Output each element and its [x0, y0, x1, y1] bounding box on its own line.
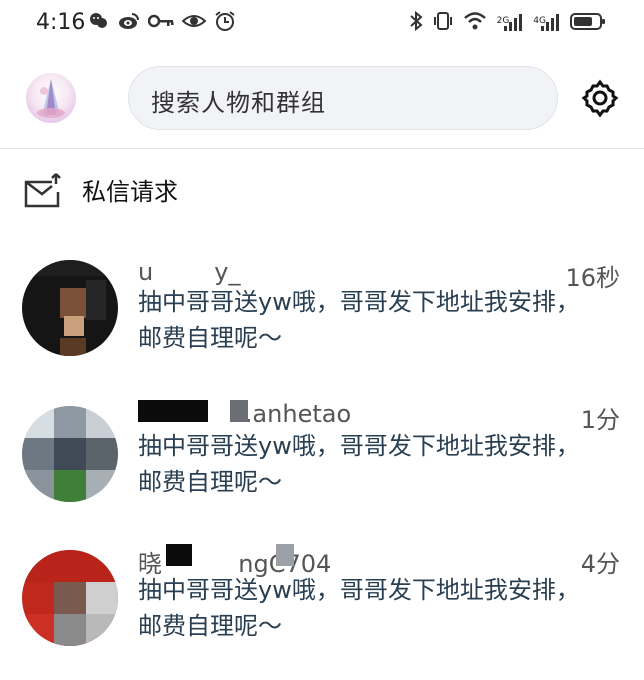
name-redaction	[276, 544, 294, 566]
avatar	[22, 260, 118, 356]
status-time: 4:16	[36, 10, 86, 35]
status-left-icons	[88, 10, 236, 32]
name-redaction	[230, 400, 248, 422]
conversation-message: 抽中哥哥送yw哦，哥哥发下地址我安排，邮费自理呢～	[138, 576, 580, 640]
name-redaction	[138, 400, 208, 422]
bluetooth-icon	[409, 10, 423, 32]
gear-icon[interactable]	[580, 78, 620, 118]
signal-2g-icon: 2G	[497, 10, 524, 32]
my-avatar[interactable]	[26, 73, 76, 123]
battery-icon	[570, 13, 605, 30]
avatar	[22, 406, 118, 502]
conversation-name: u y_	[138, 258, 241, 286]
vibrate-icon	[433, 12, 452, 30]
conversation-message: 抽中哥哥送yw哦，哥哥发下地址我安排，邮费自理呢～	[138, 288, 580, 352]
top-header: 搜索人物和群组	[0, 60, 644, 140]
network-2g-label: 2G	[496, 16, 510, 26]
name-redaction	[166, 544, 192, 566]
wifi-icon	[463, 12, 486, 30]
search-input[interactable]: 搜索人物和群组	[128, 66, 558, 130]
header-divider	[0, 148, 644, 149]
status-right-icons: 2G 4G	[409, 10, 606, 32]
eye-icon	[182, 15, 206, 27]
weibo-icon	[119, 13, 139, 29]
dm-requests-row[interactable]: 私信请求	[0, 160, 644, 220]
key-icon	[148, 14, 174, 28]
avatar-illustration	[37, 79, 65, 118]
conversation-item[interactable]: 晓 ngC704 4分 抽中哥哥送yw哦，哥哥发下地址我安排，邮费自理呢～	[0, 540, 644, 650]
network-4g-label: 4G	[533, 16, 546, 26]
conversation-message: 抽中哥哥送yw哦，哥哥发下地址我安排，邮费自理呢～	[138, 432, 580, 496]
dm-requests-label: 私信请求	[82, 178, 178, 206]
status-bar: 4:16 2G 4G	[0, 0, 644, 48]
conversation-item[interactable]: ...anhetao 1分 抽中哥哥送yw哦，哥哥发下地址我安排，邮费自理呢～	[0, 396, 644, 506]
alarm-icon	[215, 11, 235, 31]
envelope-arrow-icon	[24, 173, 61, 208]
chat-bubble-icon	[90, 13, 107, 28]
search-placeholder: 搜索人物和群组	[151, 89, 326, 117]
avatar	[22, 550, 118, 646]
conversation-item[interactable]: u y_ 16秒 抽中哥哥送yw哦，哥哥发下地址我安排，邮费自理呢～	[0, 250, 644, 360]
signal-4g-icon: 4G	[533, 10, 560, 32]
